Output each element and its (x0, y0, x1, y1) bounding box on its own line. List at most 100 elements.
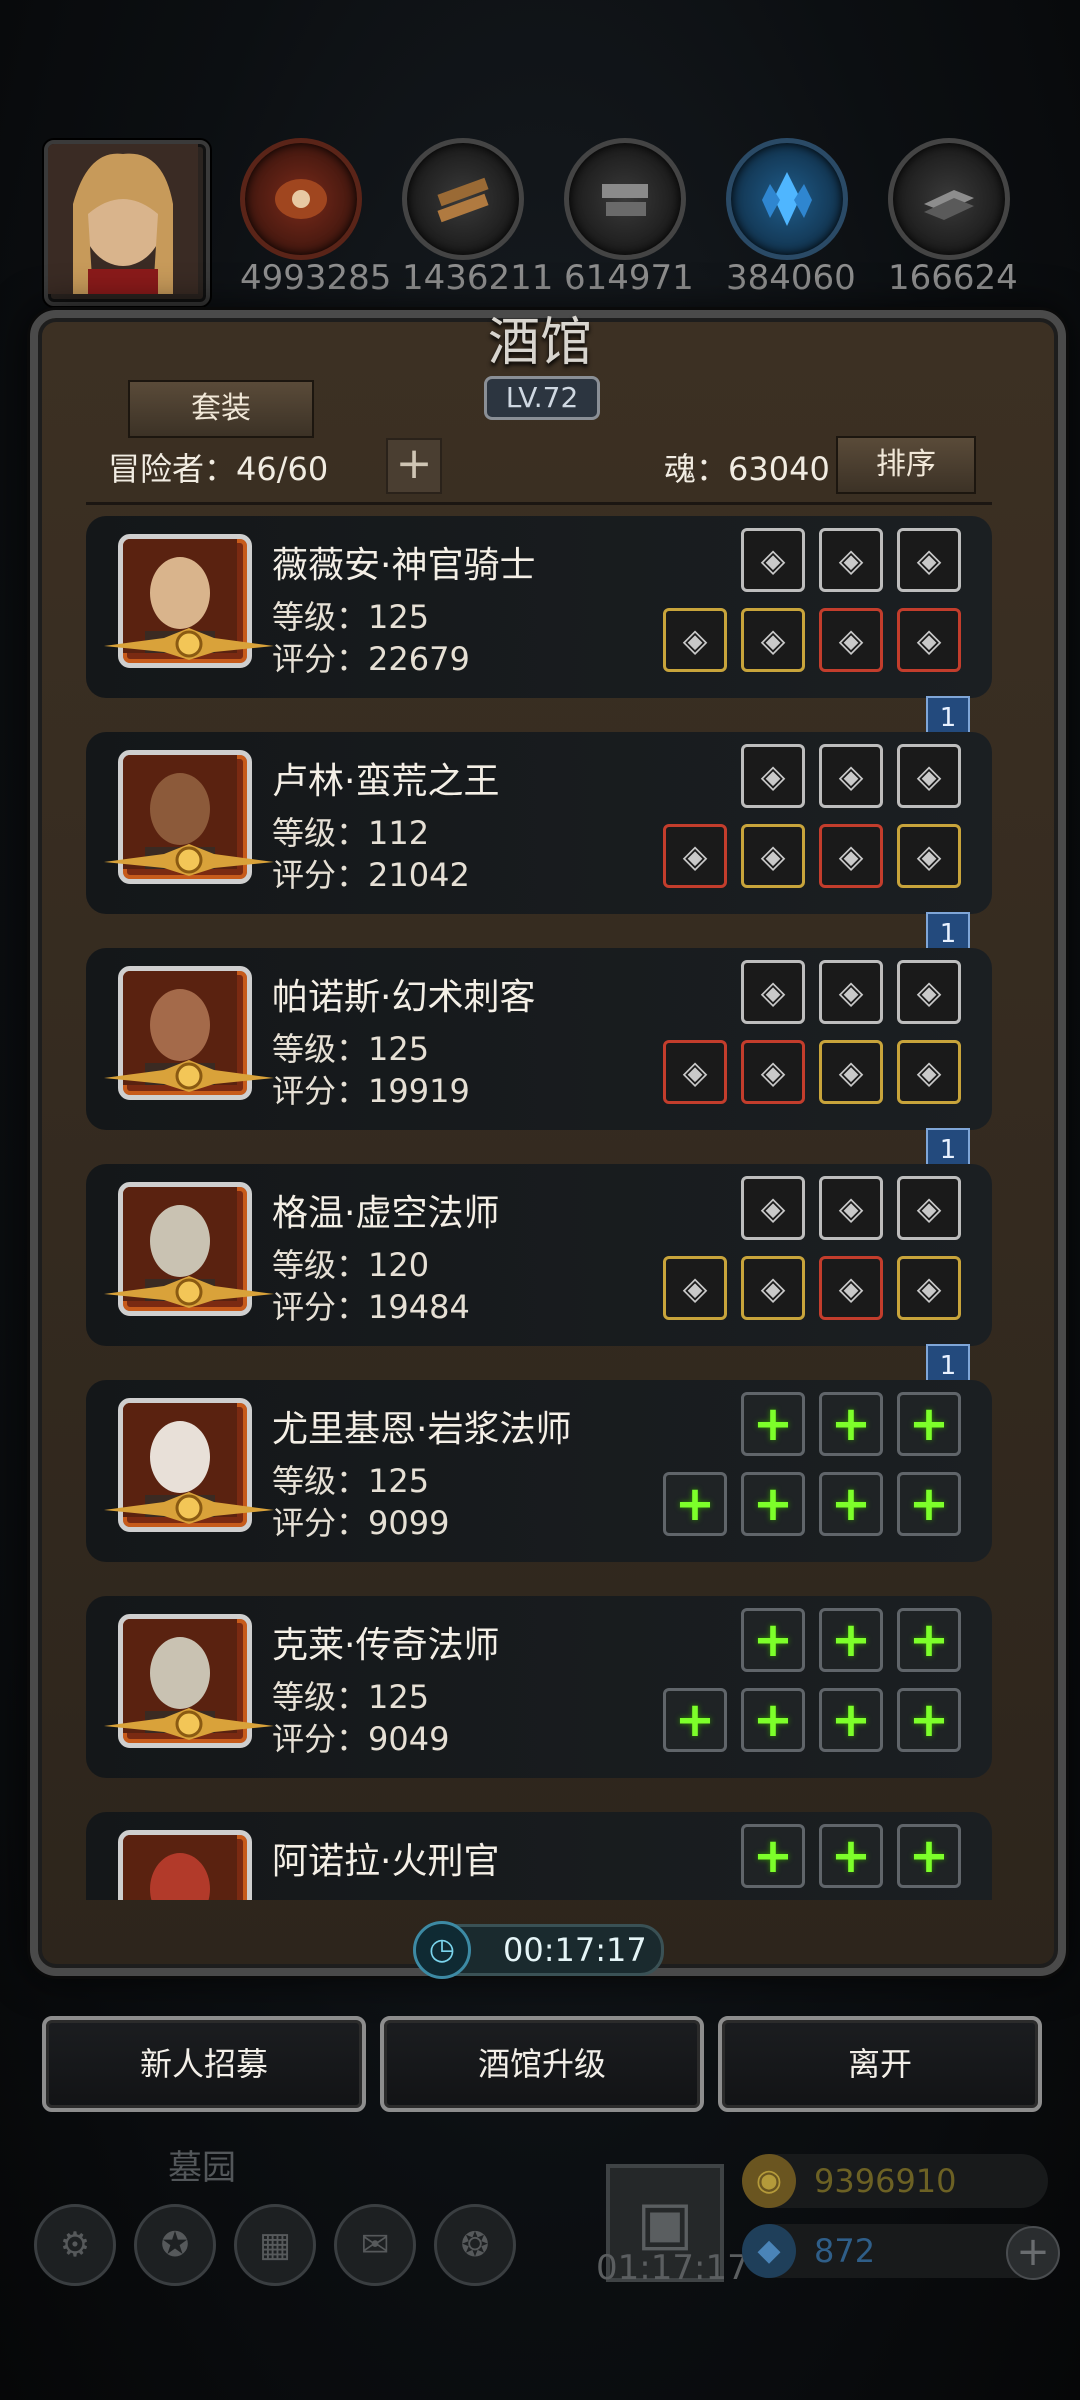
hero-score: 评分：21042 (272, 856, 470, 894)
equipment-slot[interactable]: + (897, 1608, 961, 1672)
recruit-button[interactable]: 新人招募 (42, 2016, 366, 2112)
hero-list[interactable]: 薇薇安·神官骑士 等级：125 评分：22679 ◈ ◈ ◈ ◈ ◈ ◈ ◈ 1 卢林·蛮荒之王 等级：… (86, 516, 992, 1900)
hero-portrait[interactable] (118, 1830, 252, 1900)
hero-face-icon (123, 1835, 237, 1900)
armor-icon: ◈ (760, 1269, 786, 1307)
equipment-slot[interactable]: ◈ (819, 744, 883, 808)
hero-level: 等级：112 (272, 814, 430, 852)
add-adventurer-button[interactable]: + (386, 438, 442, 494)
equipment-slot[interactable]: + (819, 1608, 883, 1672)
hero-name: 格温·虚空法师 (272, 1193, 500, 1234)
equipment-slot[interactable]: ◈ (897, 608, 961, 672)
resource-stone: 614971 (564, 138, 694, 298)
hero-card[interactable]: 尤里基恩·岩浆法师 等级：125 评分：9099 + + + + + + + (86, 1380, 992, 1562)
add-icon: + (674, 1692, 716, 1748)
equipment-slot[interactable]: + (741, 1608, 805, 1672)
hero-name: 帕诺斯·幻术刺客 (272, 977, 536, 1018)
equipment-slot[interactable]: ◈ (819, 1040, 883, 1104)
equipment-slot[interactable]: ◈ (663, 1040, 727, 1104)
gold-value: 9396910 (814, 2162, 957, 2200)
equipment-slot[interactable]: ◈ (819, 1176, 883, 1240)
upgrade-tavern-button[interactable]: 酒馆升级 (380, 2016, 704, 2112)
hero-icon[interactable]: ❂ (434, 2204, 516, 2286)
graveyard-label: 墓园 (168, 2148, 236, 2188)
equipment-slot[interactable]: ◈ (741, 744, 805, 808)
mail-icon[interactable]: ✉ (334, 2204, 416, 2286)
add-icon: + (830, 1476, 872, 1532)
equipment-slot[interactable]: + (741, 1472, 805, 1536)
add-gems-button[interactable]: + (1006, 2226, 1060, 2280)
hero-card[interactable]: 帕诺斯·幻术刺客 等级：125 评分：19919 ◈ ◈ ◈ ◈ ◈ ◈ ◈ (86, 948, 992, 1130)
hero-card[interactable]: 卢林·蛮荒之王 等级：112 评分：21042 ◈ ◈ ◈ ◈ ◈ ◈ ◈ (86, 732, 992, 914)
staff-icon: ◈ (682, 1269, 708, 1307)
equipment-slot[interactable]: ◈ (741, 960, 805, 1024)
equipment-slot[interactable]: ◈ (897, 1256, 961, 1320)
player-portrait[interactable] (44, 140, 210, 306)
equipment-slot[interactable]: ◈ (663, 608, 727, 672)
equipment-slot[interactable]: ◈ (897, 824, 961, 888)
equipment-slot[interactable]: + (897, 1392, 961, 1456)
equipment-slot[interactable]: + (663, 1688, 727, 1752)
add-icon: + (752, 1396, 794, 1452)
hero-card[interactable]: 阿诺拉·火刑官 + + + (86, 1812, 992, 1900)
adventurer-count: 冒险者：46/60 (108, 450, 329, 488)
blade-icon: ◈ (838, 973, 864, 1011)
add-icon: + (908, 1476, 950, 1532)
hero-card[interactable]: 格温·虚空法师 等级：120 评分：19484 ◈ ◈ ◈ ◈ ◈ ◈ ◈ (86, 1164, 992, 1346)
equipment-slot[interactable]: ◈ (741, 824, 805, 888)
equipment-slot[interactable]: + (819, 1824, 883, 1888)
equipment-slot[interactable]: ◈ (819, 608, 883, 672)
equipment-slot[interactable]: ◈ (819, 528, 883, 592)
leave-button[interactable]: 离开 (718, 2016, 1042, 2112)
rank-emblem-icon (104, 842, 274, 876)
resource-value: 1436211 (402, 258, 554, 298)
equipment-slot[interactable]: + (663, 1472, 727, 1536)
gold-counter: ◉ 9396910 (742, 2154, 1048, 2208)
equipment-slot[interactable]: + (741, 1824, 805, 1888)
equipment-slot[interactable]: ◈ (741, 1176, 805, 1240)
resource-value: 166624 (888, 258, 1018, 298)
hero-card[interactable]: 薇薇安·神官骑士 等级：125 评分：22679 ◈ ◈ ◈ ◈ ◈ ◈ ◈ (86, 516, 992, 698)
equipment-slot[interactable]: ◈ (741, 1040, 805, 1104)
hero-score: 评分：9099 (272, 1504, 450, 1542)
panel-title: 酒馆 (487, 313, 592, 373)
equipment-slot[interactable]: + (819, 1688, 883, 1752)
wood-icon (402, 138, 524, 260)
star-icon[interactable]: ✪ (134, 2204, 216, 2286)
equipment-slot[interactable]: + (897, 1824, 961, 1888)
equipment-slot[interactable]: + (897, 1688, 961, 1752)
set-button[interactable]: 套装 (128, 380, 314, 438)
equipment-slot[interactable]: ◈ (897, 744, 961, 808)
equipment-slot[interactable]: + (819, 1392, 883, 1456)
equipment-slot[interactable]: + (897, 1472, 961, 1536)
equipment-slot[interactable]: ◈ (819, 1256, 883, 1320)
equipment-slot[interactable]: + (741, 1392, 805, 1456)
equipment-slot[interactable]: ◈ (741, 1256, 805, 1320)
equipment-slot[interactable]: ◈ (741, 608, 805, 672)
add-icon: + (908, 1396, 950, 1452)
settings-icon[interactable]: ⚙ (34, 2204, 116, 2286)
armor-icon: ◈ (760, 1053, 786, 1091)
iron-icon (888, 138, 1010, 260)
equipment-slot[interactable]: ◈ (897, 528, 961, 592)
equipment-slot[interactable]: ◈ (897, 960, 961, 1024)
add-icon: + (752, 1692, 794, 1748)
equipment-slot[interactable]: ◈ (741, 528, 805, 592)
shield-icon[interactable]: ▦ (234, 2204, 316, 2286)
hero-card[interactable]: 克莱·传奇法师 等级：125 评分：9049 + + + + + + + (86, 1596, 992, 1778)
add-icon: + (908, 1828, 950, 1884)
sort-button[interactable]: 排序 (836, 436, 976, 494)
equipment-slot[interactable]: ◈ (819, 824, 883, 888)
mask-icon: ◈ (916, 1189, 942, 1227)
equipment-slot[interactable]: ◈ (819, 960, 883, 1024)
equipment-slot[interactable]: ◈ (897, 1040, 961, 1104)
rank-emblem-icon (104, 1706, 274, 1740)
equipment-slot[interactable]: + (741, 1688, 805, 1752)
hero-level: 等级：125 (272, 1030, 430, 1068)
equipment-slot[interactable]: ◈ (897, 1176, 961, 1240)
add-icon: + (830, 1692, 872, 1748)
equipment-slot[interactable]: + (819, 1472, 883, 1536)
add-icon: + (752, 1476, 794, 1532)
equipment-slot[interactable]: ◈ (663, 824, 727, 888)
equipment-slot[interactable]: ◈ (663, 1256, 727, 1320)
